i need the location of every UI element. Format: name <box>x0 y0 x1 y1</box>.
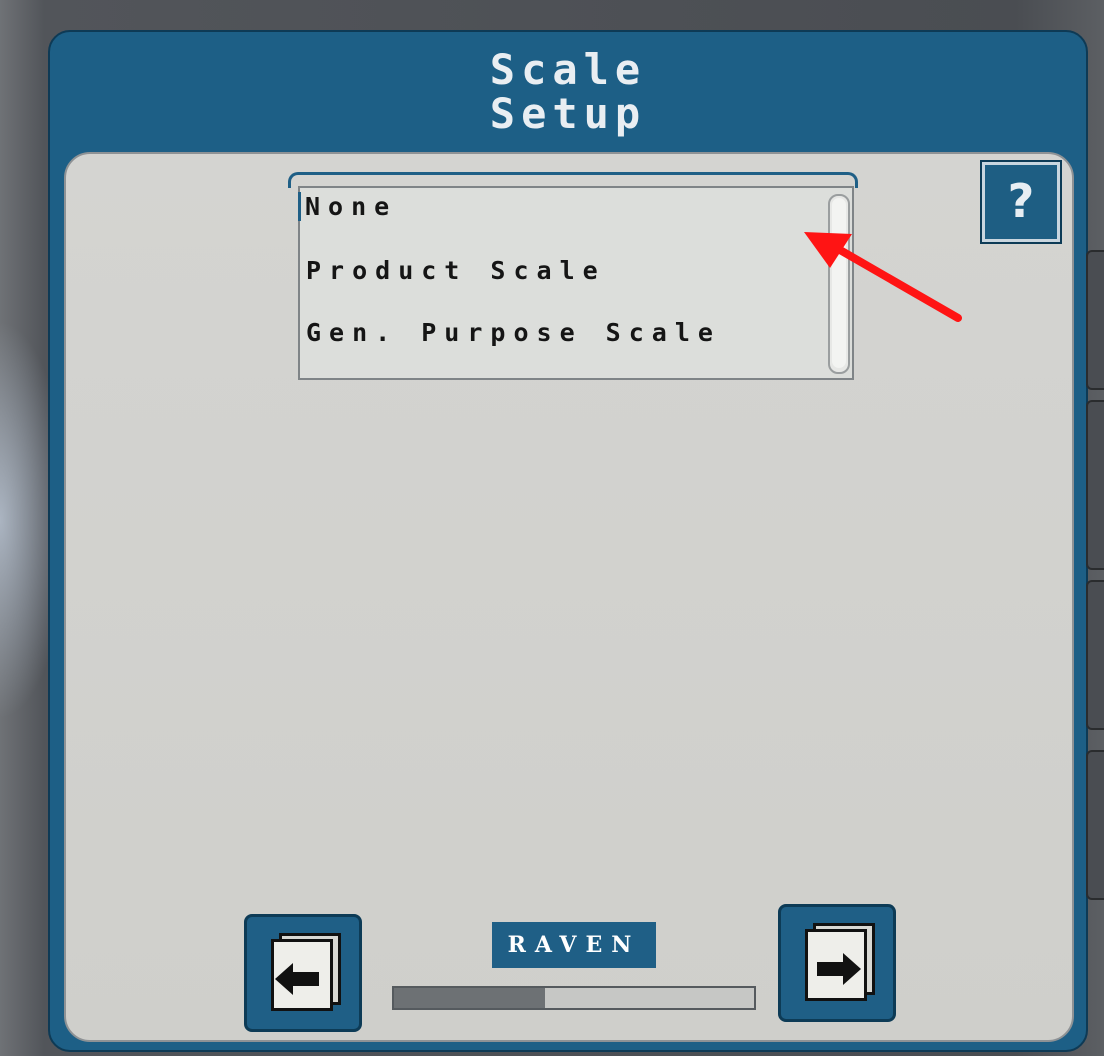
raven-logo: Raven <box>492 922 656 968</box>
brand-text: Raven <box>507 932 641 958</box>
list-item-product-scale[interactable]: Product Scale <box>306 256 606 285</box>
title-line-2: Setup <box>489 89 647 138</box>
next-button[interactable] <box>778 904 896 1022</box>
list-scroll-thumb[interactable] <box>832 198 846 368</box>
page-title: Scale Setup <box>50 48 1086 136</box>
bezel-softkey[interactable] <box>1086 580 1104 730</box>
progress-bar <box>392 986 756 1010</box>
title-line-1: Scale <box>489 45 647 94</box>
progress-fill <box>394 988 546 1008</box>
bezel-softkey[interactable] <box>1086 400 1104 570</box>
back-button[interactable] <box>244 914 362 1032</box>
help-button[interactable]: ? <box>980 160 1062 244</box>
list-item-gen-purpose-scale[interactable]: Gen. Purpose Scale <box>306 318 721 347</box>
list-item-none[interactable]: None <box>298 192 397 221</box>
bezel-softkey[interactable] <box>1086 750 1104 900</box>
bezel-softkey[interactable] <box>1086 250 1104 390</box>
